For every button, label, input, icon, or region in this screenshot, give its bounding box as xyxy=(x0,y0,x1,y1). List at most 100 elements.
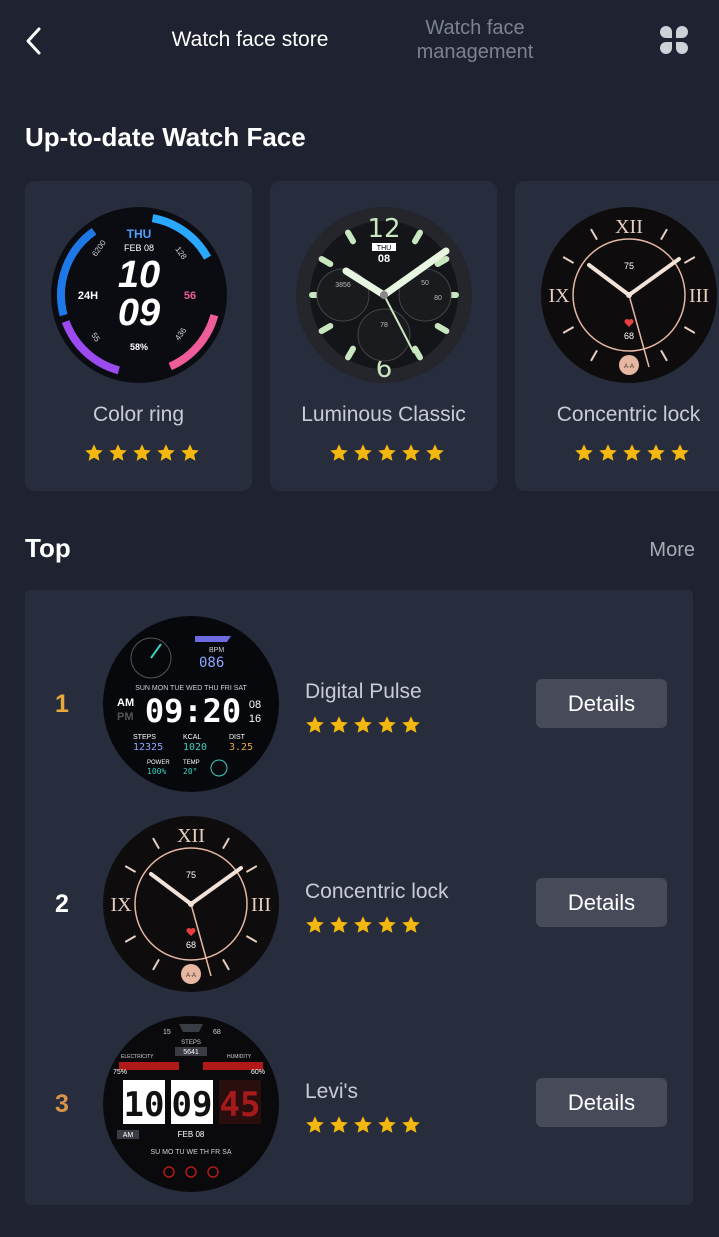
face-date: FEB 08 xyxy=(124,243,154,253)
face-hour: 10 xyxy=(118,254,160,296)
watch-face-preview-luminous-classic: 12 6 THU 08 3856 50 80 78 xyxy=(296,207,472,383)
second-value: 45 xyxy=(220,1085,261,1125)
face-left-label: 24H xyxy=(78,290,98,302)
section-title-top: Top xyxy=(25,533,71,563)
star-icon xyxy=(85,444,103,461)
star-icon xyxy=(378,1116,396,1133)
chevron-left-icon xyxy=(26,27,41,55)
back-button[interactable] xyxy=(20,24,50,58)
electricity-value: 75% xyxy=(113,1069,127,1076)
star-icon xyxy=(330,444,348,461)
face-date: 08 xyxy=(378,253,390,265)
details-button[interactable]: Details xyxy=(536,679,667,728)
four-petal-grid-icon xyxy=(660,26,688,54)
watch-face-name: Levi's xyxy=(305,1080,359,1103)
grid-menu-button[interactable] xyxy=(656,22,692,58)
am-label: AM xyxy=(117,697,134,709)
date-bottom: 16 xyxy=(249,713,261,725)
star-icon xyxy=(306,1116,324,1133)
subdial-value-4: 78 xyxy=(380,322,388,329)
numeral-xii: XII xyxy=(615,216,643,238)
face-day: THU xyxy=(127,227,152,241)
star-icon xyxy=(671,444,689,461)
top-navigation-bar: Watch face store Watch face management xyxy=(0,0,719,90)
star-icon xyxy=(354,1116,372,1133)
rating-stars xyxy=(305,715,421,735)
face-lock-text: A·A xyxy=(186,973,196,979)
star-icon xyxy=(599,444,617,461)
steps-value: 5641 xyxy=(183,1049,199,1056)
face-right-label: 56 xyxy=(184,290,196,302)
date-value: FEB 08 xyxy=(178,1130,205,1139)
rank-number: 3 xyxy=(55,1090,69,1118)
dist-label: DIST xyxy=(229,734,246,741)
star-icon xyxy=(402,716,420,733)
power-label: POWER xyxy=(147,760,170,766)
numeral-iii: III xyxy=(689,285,709,307)
kcal-label: KCAL xyxy=(183,734,201,741)
kcal-value: 1020 xyxy=(183,742,207,753)
star-icon xyxy=(109,444,127,461)
tab-watch-face-management[interactable]: Watch face management xyxy=(395,16,555,64)
face-top-numeral: 12 xyxy=(367,214,400,244)
electricity-label: ELECTRICITY xyxy=(121,1054,154,1060)
numeral-ix: IX xyxy=(110,894,132,916)
rating-stars xyxy=(305,915,421,935)
weekday-row: SUN MON TUE WED THU FRI SAT xyxy=(135,685,247,692)
star-icon xyxy=(330,1116,348,1133)
star-icon xyxy=(378,444,396,461)
details-button[interactable]: Details xyxy=(536,1078,667,1127)
star-icon xyxy=(402,444,420,461)
rating-stars xyxy=(574,443,690,463)
face-bottom-value: 68 xyxy=(624,331,634,341)
watch-face-card-color-ring[interactable]: THU FEB 08 10 09 24H 56 58% 6200 128 55 … xyxy=(25,181,252,491)
steps-label: STEPS xyxy=(133,734,156,741)
tab-watch-face-store[interactable]: Watch face store xyxy=(160,28,340,52)
face-minute: 09 xyxy=(118,292,160,334)
rating-stars xyxy=(329,443,445,463)
bpm-value: 086 xyxy=(199,655,224,671)
watch-face-preview-concentric-lock: XII III IX 75 68 A·A xyxy=(103,816,279,992)
watch-face-preview-color-ring: THU FEB 08 10 09 24H 56 58% 6200 128 55 … xyxy=(51,207,227,383)
rating-stars xyxy=(305,1115,421,1135)
numeral-xii: XII xyxy=(177,825,205,847)
numeral-iii: III xyxy=(251,894,271,916)
face-battery: 58% xyxy=(130,342,148,352)
humidity-value: 60% xyxy=(251,1069,265,1076)
star-icon xyxy=(402,916,420,933)
temp-value: 20° xyxy=(183,767,197,776)
details-button[interactable]: Details xyxy=(536,878,667,927)
more-link[interactable]: More xyxy=(620,539,695,562)
am-label: AM xyxy=(123,1132,134,1139)
star-icon xyxy=(330,916,348,933)
top-left-value: 15 xyxy=(163,1029,171,1036)
face-top-value: 75 xyxy=(186,870,196,880)
steps-value: 12325 xyxy=(133,742,163,753)
star-icon xyxy=(378,716,396,733)
star-icon xyxy=(157,444,175,461)
star-icon xyxy=(575,444,593,461)
star-icon xyxy=(647,444,665,461)
face-bottom-value: 68 xyxy=(186,940,196,950)
watch-face-card-concentric-lock[interactable]: XII III IX 75 68 A·A Concentric lock xyxy=(515,181,719,491)
minute-value: 09 xyxy=(172,1085,213,1125)
star-icon xyxy=(623,444,641,461)
subdial-value-1: 3856 xyxy=(335,282,351,289)
star-icon xyxy=(354,444,372,461)
section-title-latest: Up-to-date Watch Face xyxy=(25,122,306,152)
rating-stars xyxy=(84,443,200,463)
rank-number: 1 xyxy=(55,690,69,718)
steps-label: STEPS xyxy=(181,1040,201,1046)
star-icon xyxy=(181,444,199,461)
watch-face-card-luminous-classic[interactable]: 12 6 THU 08 3856 50 80 78 Luminous Class… xyxy=(270,181,497,491)
hour-value: 10 xyxy=(124,1085,165,1125)
dist-value: 3.25 xyxy=(229,742,253,753)
watch-face-name: Luminous Classic xyxy=(301,403,466,426)
star-icon xyxy=(133,444,151,461)
watch-face-name: Concentric lock xyxy=(556,403,701,426)
subdial-value-3: 80 xyxy=(434,295,442,302)
power-value: 100% xyxy=(147,767,166,776)
watch-face-preview-concentric-lock: XII III IX 75 68 A·A xyxy=(541,207,717,383)
top-right-value: 68 xyxy=(213,1029,221,1036)
humidity-label: HUMIDITY xyxy=(227,1054,252,1060)
